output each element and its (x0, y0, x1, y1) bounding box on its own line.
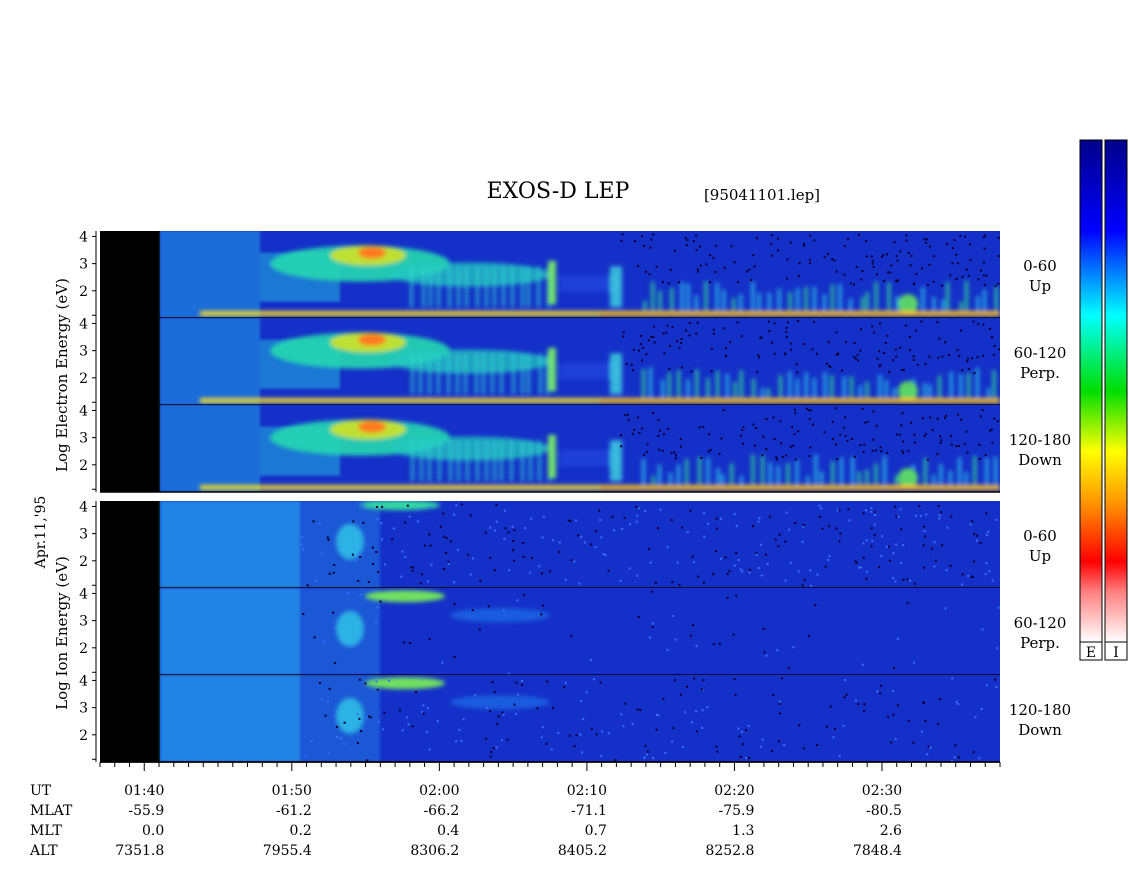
colorbar-e: E (1079, 139, 1103, 661)
row-label: MLT (30, 823, 62, 839)
y-tick-label: 4 (79, 316, 88, 332)
y-tick-label: 2 (79, 458, 88, 474)
y-tick-label: 2 (79, 554, 88, 570)
colorbar-label: I (1113, 645, 1119, 661)
tick-value-ut: 02:30 (862, 783, 902, 799)
electron-ylabel: Log Electron Energy (eV) (53, 278, 71, 472)
tick-value-mlat: -55.9 (128, 803, 164, 819)
tick-value-alt: 8306.2 (410, 843, 459, 859)
tick-value-ut: 01:50 (272, 783, 312, 799)
pitch-angle-label: 120-180 (1009, 431, 1071, 449)
y-tick-label: 3 (79, 344, 88, 360)
colorbar-i: I (1104, 139, 1128, 661)
direction-label: Up (1029, 277, 1051, 295)
tick-value-mlat: -71.1 (571, 803, 607, 819)
energy-axis: 4 3 2 (79, 229, 97, 318)
pitch-angle-label: 60-120 (1014, 344, 1067, 362)
energy-axis: 4 3 2 (79, 403, 97, 492)
ion-panel-1: 4 3 2 60-120 Perp. (79, 586, 1067, 676)
tick-value-ut: 02:00 (419, 783, 459, 799)
time-axis: UT MLAT MLT ALT 01:40 -55.9 0.0 7351.8 01:50 -61.… (29, 761, 1001, 859)
pitch-angle-label: 0-60 (1023, 527, 1057, 545)
spectrogram-panels: 4 3 2 0-60 Up 4 3 2 60-120 Perp. 4 3 2 120-180 Down 4 3 2… (79, 229, 1071, 763)
direction-label: Down (1018, 721, 1062, 739)
pitch-angle-label: 0-60 (1023, 257, 1057, 275)
tick-value-mlat: -61.2 (276, 803, 312, 819)
y-tick-label: 3 (79, 701, 88, 717)
y-tick-label: 2 (79, 641, 88, 657)
energy-axis: 4 3 2 (79, 673, 97, 762)
file-label: [95041101.lep] (704, 186, 820, 204)
y-tick-label: 4 (79, 586, 88, 602)
data-gap (100, 675, 160, 762)
date-label: Apr.11,'95 (33, 496, 49, 570)
y-tick-label: 2 (79, 728, 88, 744)
tick-value-ut: 02:10 (567, 783, 607, 799)
energy-axis: 4 3 2 (79, 499, 97, 588)
data-gap (100, 588, 160, 675)
tick-value-mlt: 1.3 (732, 823, 754, 839)
tick-value-alt: 7351.8 (115, 843, 164, 859)
data-gap (100, 405, 160, 492)
ion-panel-0: 4 3 2 0-60 Up (79, 499, 1057, 589)
data-gap (100, 231, 160, 318)
data-gap (100, 318, 160, 405)
y-tick-label: 2 (79, 284, 88, 300)
direction-label: Perp. (1020, 364, 1060, 382)
y-tick-label: 3 (79, 257, 88, 273)
tick-value-mlat: -66.2 (423, 803, 459, 819)
ion-ylabel: Log Ion Energy (eV) (53, 556, 71, 710)
y-tick-label: 2 (79, 371, 88, 387)
direction-label: Perp. (1020, 634, 1060, 652)
chart-title: EXOS-D LEP (487, 179, 630, 204)
energy-axis: 4 3 2 (79, 316, 97, 405)
data-gap (100, 501, 160, 588)
tick-value-mlt: 0.7 (585, 823, 607, 839)
tick-value-mlt: 2.6 (880, 823, 902, 839)
tick-value-mlt: 0.0 (142, 823, 164, 839)
y-tick-label: 3 (79, 431, 88, 447)
tick-value-alt: 7848.4 (853, 843, 902, 859)
exos-d-lep-spectrogram: EXOS-D LEP [95041101.lep] Apr.11,'95 Log… (29, 139, 1128, 859)
tick-value-mlt: 0.4 (437, 823, 459, 839)
y-tick-label: 4 (79, 499, 88, 515)
electron-panel-1: 4 3 2 60-120 Perp. (79, 316, 1067, 406)
energy-axis: 4 3 2 (79, 586, 97, 675)
electron-panel-0: 4 3 2 0-60 Up (79, 229, 1057, 319)
colorbar-label: E (1086, 645, 1096, 661)
tick-value-alt: 8252.8 (705, 843, 754, 859)
row-label: UT (30, 783, 52, 799)
colorbars: EI (1079, 139, 1128, 661)
direction-label: Up (1029, 547, 1051, 565)
tick-value-mlat: -80.5 (866, 803, 902, 819)
tick-value-mlat: -75.9 (719, 803, 755, 819)
y-tick-label: 4 (79, 403, 88, 419)
y-tick-label: 4 (79, 229, 88, 245)
tick-value-alt: 7955.4 (263, 843, 312, 859)
tick-value-mlt: 0.2 (290, 823, 312, 839)
ion-panel-2: 4 3 2 120-180 Down (79, 673, 1071, 763)
y-tick-label: 3 (79, 614, 88, 630)
y-tick-label: 4 (79, 673, 88, 689)
tick-value-ut: 02:20 (714, 783, 754, 799)
row-label: MLAT (30, 803, 73, 819)
direction-label: Down (1018, 451, 1062, 469)
electron-panel-2: 4 3 2 120-180 Down (79, 403, 1071, 493)
pitch-angle-label: 60-120 (1014, 614, 1067, 632)
tick-value-alt: 8405.2 (558, 843, 607, 859)
row-label: ALT (29, 843, 58, 859)
tick-value-ut: 01:40 (124, 783, 164, 799)
y-tick-label: 3 (79, 527, 88, 543)
pitch-angle-label: 120-180 (1009, 701, 1071, 719)
